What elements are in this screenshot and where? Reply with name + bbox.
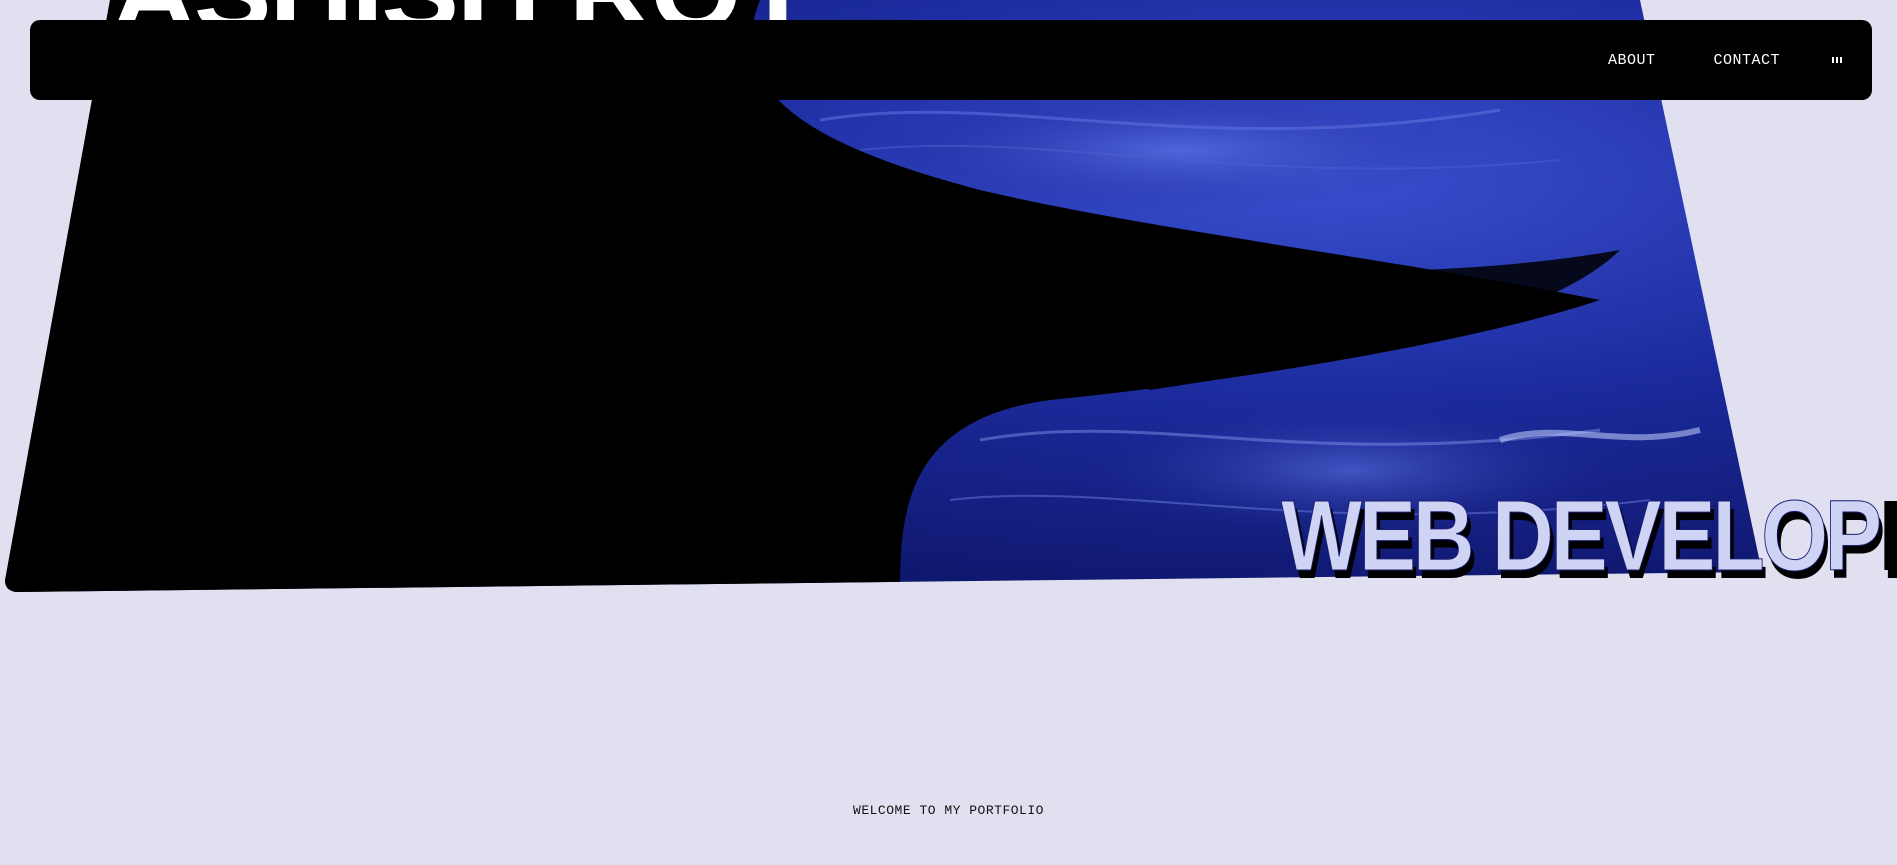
menu-bar	[1832, 57, 1834, 63]
menu-bar	[1840, 57, 1842, 63]
nav-contact-link[interactable]: CONTACT	[1713, 52, 1780, 69]
role-heading-tail: ER	[1879, 480, 1897, 592]
role-heading-main: WEB DEVELOP	[1281, 480, 1883, 592]
menu-bars-icon[interactable]	[1832, 53, 1842, 67]
welcome-text: WELCOME TO MY PORTFOLIO	[853, 803, 1044, 818]
role-heading-front: WEB DEVELOPER	[1281, 486, 1897, 587]
top-navbar: ABOUT CONTACT	[30, 20, 1872, 100]
portfolio-page: ASHISH ROY ABOUT CONTACT WEB DEVELOPER W…	[0, 0, 1897, 865]
nav-about-link[interactable]: ABOUT	[1608, 52, 1656, 69]
role-heading: WEB DEVELOPER WEB DEVELOPER	[1281, 486, 1897, 595]
menu-bar	[1836, 57, 1838, 63]
